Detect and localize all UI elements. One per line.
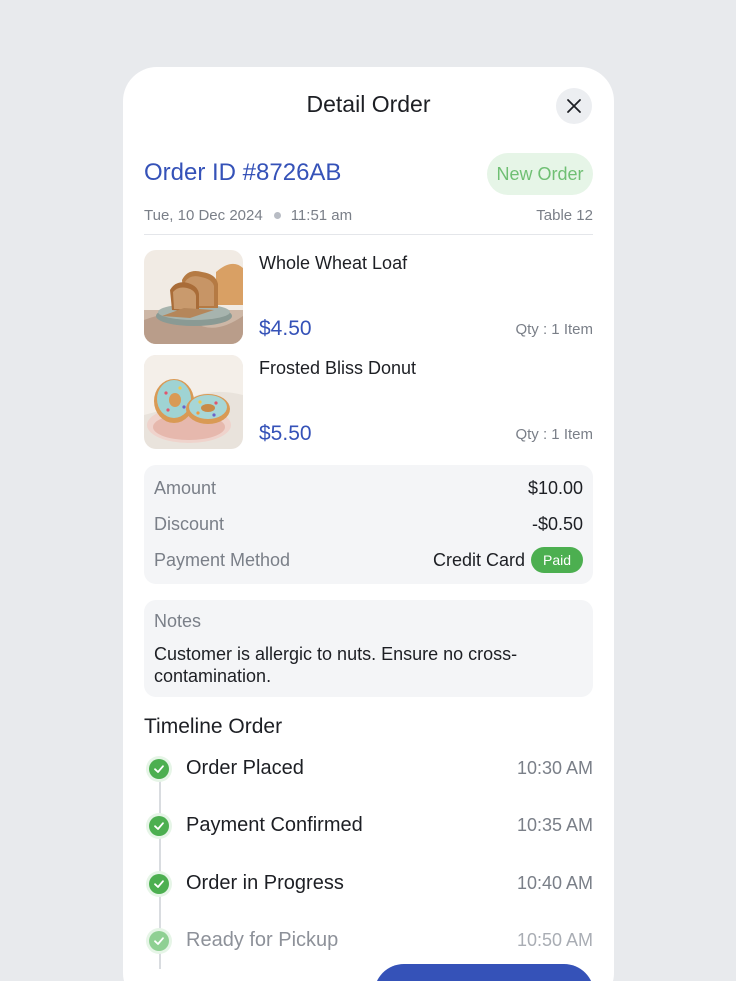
notes-box: Notes Customer is allergic to nuts. Ensu… xyxy=(144,600,593,697)
order-time: 11:51 am xyxy=(290,207,353,224)
item-name: Frosted Bliss Donut xyxy=(259,358,417,378)
check-icon xyxy=(146,871,172,897)
notes-label: Notes xyxy=(154,611,202,631)
item-quantity: Qty : 1 Item xyxy=(515,426,593,443)
page-title: Detail Order xyxy=(306,91,431,117)
primary-action-button[interactable] xyxy=(374,964,594,981)
timeline-step-time: 10:35 AM xyxy=(516,815,593,835)
notes-text: Customer is allergic to nuts. Ensure no … xyxy=(154,644,518,686)
item-image xyxy=(144,250,243,344)
timeline-step-label: Ready for Pickup xyxy=(186,929,339,951)
amount-label: Amount xyxy=(154,477,217,498)
item-image xyxy=(144,355,243,449)
item-price: $5.50 xyxy=(259,422,312,445)
close-icon xyxy=(567,99,581,113)
item-quantity: Qty : 1 Item xyxy=(515,321,593,338)
timeline-step: Payment Confirmed 10:35 AM xyxy=(144,811,593,841)
timeline-step-time: 10:40 AM xyxy=(516,873,593,893)
timeline-step: Ready for Pickup 10:50 AM xyxy=(144,926,593,956)
amount-value: $10.00 xyxy=(527,477,583,498)
timeline-step-label: Payment Confirmed xyxy=(186,814,363,836)
timeline-step: Order in Progress 10:40 AM xyxy=(144,869,593,899)
order-meta: Tue, 10 Dec 2024 11:51 am xyxy=(144,207,352,224)
order-id: Order ID #8726AB xyxy=(144,159,342,186)
check-icon xyxy=(146,813,172,839)
item-name: Whole Wheat Loaf xyxy=(259,253,408,273)
discount-label: Discount xyxy=(154,513,225,534)
amount-row: Amount $10.00 xyxy=(154,476,583,500)
close-button[interactable] xyxy=(556,88,592,124)
order-date: Tue, 10 Dec 2024 xyxy=(144,207,263,224)
discount-row: Discount -$0.50 xyxy=(154,512,583,536)
payment-method-label: Payment Method xyxy=(154,549,291,570)
payment-method-value: Credit Card xyxy=(432,549,525,570)
check-icon xyxy=(146,756,172,782)
check-icon xyxy=(146,928,172,954)
separator-dot xyxy=(273,212,281,219)
payment-status-badge: Paid xyxy=(531,547,583,573)
order-item: Whole Wheat Loaf $4.50 Qty : 1 Item xyxy=(144,250,593,345)
item-price: $4.50 xyxy=(259,317,312,340)
timeline-step-time: 10:50 AM xyxy=(516,930,593,950)
timeline-step-time: 10:30 AM xyxy=(516,758,593,778)
timeline-step: Order Placed 10:30 AM xyxy=(144,754,593,784)
order-detail-card: Detail Order Order ID #8726AB New Order … xyxy=(123,67,614,981)
discount-value: -$0.50 xyxy=(531,513,583,534)
payment-method-row: Payment Method Credit Card Paid xyxy=(154,547,583,573)
table-number: Table 12 xyxy=(536,207,593,224)
divider xyxy=(144,234,593,235)
timeline-title: Timeline Order xyxy=(144,715,283,738)
timeline-step-label: Order in Progress xyxy=(186,872,344,894)
payment-summary: Amount $10.00 Discount -$0.50 Payment Me… xyxy=(144,465,593,584)
order-item: Frosted Bliss Donut $5.50 Qty : 1 Item xyxy=(144,355,593,450)
order-status-badge: New Order xyxy=(487,153,593,195)
timeline-step-label: Order Placed xyxy=(186,757,304,779)
